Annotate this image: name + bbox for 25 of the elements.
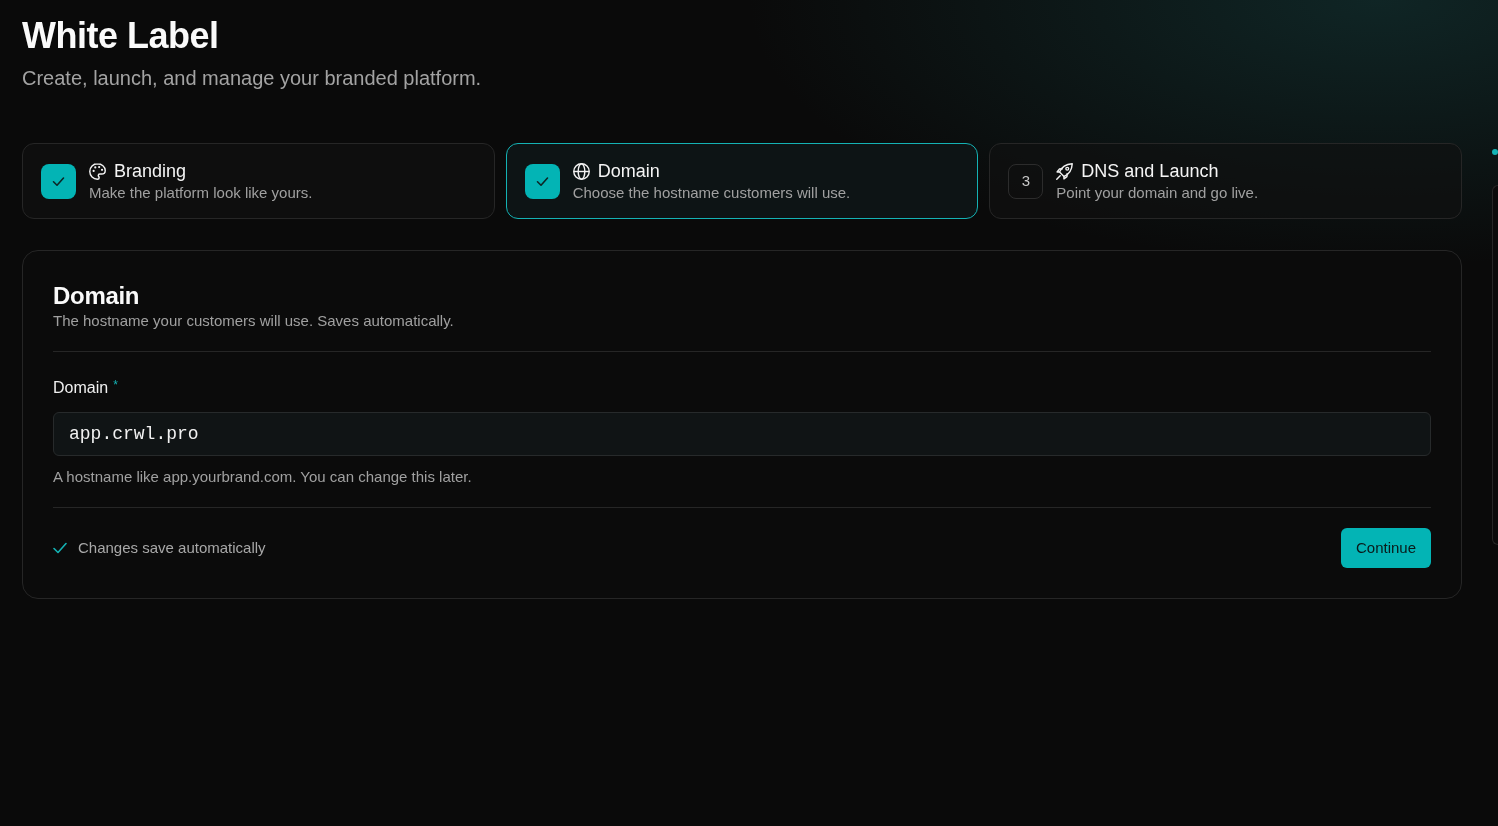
rocket-icon bbox=[1056, 162, 1074, 180]
step-card[interactable]: Domain Choose the hostname customers will use. bbox=[505, 143, 979, 220]
panel-subtitle: The hostname your customers will use. Saves automatically. bbox=[53, 311, 455, 332]
page-title: White Label bbox=[22, 14, 220, 58]
palette-icon bbox=[89, 162, 106, 180]
field-label: Domain bbox=[53, 378, 109, 399]
field-help: A hostname like app.yourbrand.com. You can change this later. bbox=[53, 467, 473, 488]
domain-input[interactable]: app.crwl.pro bbox=[53, 412, 1431, 457]
step-title: Domain bbox=[597, 159, 660, 183]
page-subtitle: Create, launch, and manage your branded platform. bbox=[22, 66, 483, 92]
continue-button[interactable]: Continue bbox=[1340, 528, 1431, 569]
check-icon bbox=[53, 541, 67, 556]
step-card[interactable]: 3 DNS and Launch Point your domain and go live. bbox=[989, 143, 1462, 220]
step-title: DNS and Launch bbox=[1081, 159, 1219, 183]
required-mark: * bbox=[113, 378, 118, 393]
panel-title: Domain bbox=[53, 281, 141, 312]
step-number: 3 bbox=[1008, 163, 1044, 199]
dot-icon bbox=[1492, 149, 1498, 155]
step-card[interactable]: Branding Make the platform look like yours. bbox=[22, 143, 495, 220]
globe-icon bbox=[572, 162, 590, 180]
step-description: Choose the hostname customers will use. bbox=[572, 182, 851, 203]
step-description: Point your domain and go live. bbox=[1056, 182, 1259, 203]
step-title: Branding bbox=[114, 159, 187, 183]
step-description: Make the platform look like yours. bbox=[89, 182, 313, 203]
autosave-status: Changes save automatically bbox=[78, 537, 266, 558]
